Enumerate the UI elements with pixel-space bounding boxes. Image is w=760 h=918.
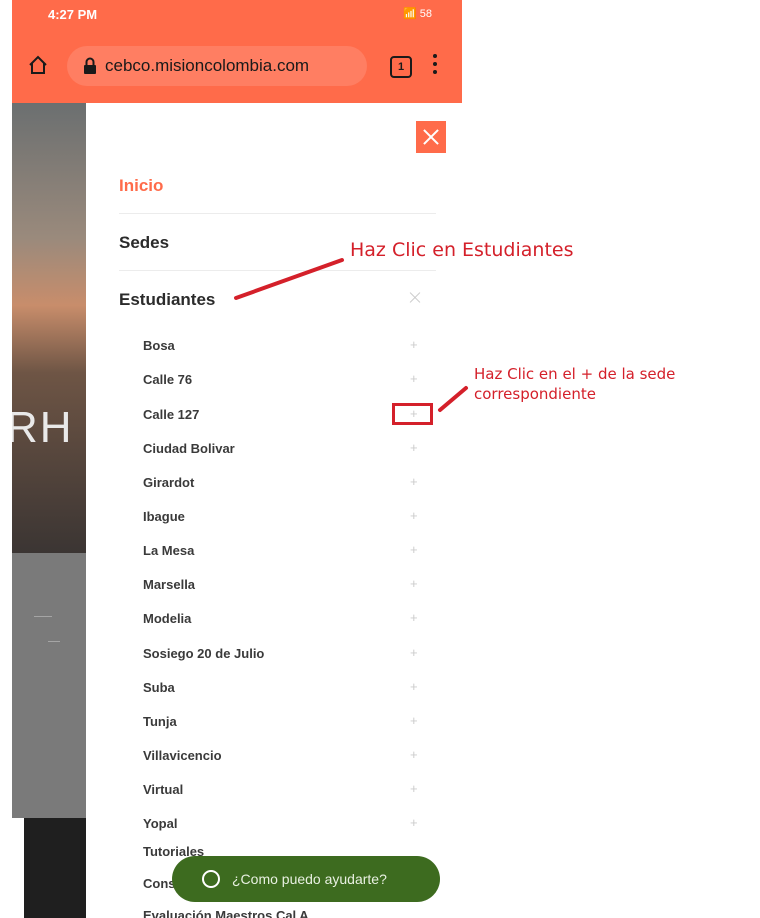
annotation-arrow	[234, 258, 344, 300]
submenu-item-la-mesa[interactable]: La Mesa	[143, 543, 194, 558]
plus-icon[interactable]: +	[410, 748, 418, 761]
submenu-item-marsella[interactable]: Marsella	[143, 577, 195, 592]
address-bar[interactable]: cebco.misioncolombia.com	[67, 46, 367, 86]
whatsapp-chat-button[interactable]: ¿Como puedo ayudarte?	[172, 856, 440, 902]
plus-icon[interactable]: +	[410, 338, 418, 351]
phone-screen: 4:27 PM 📶 58 cebco.misioncolombia.com 1 …	[12, 0, 462, 918]
plus-icon[interactable]: +	[410, 611, 418, 624]
plus-icon[interactable]: +	[410, 509, 418, 522]
submenu-item-virtual[interactable]: Virtual	[143, 782, 183, 797]
tab-switcher-button[interactable]: 1	[390, 56, 412, 78]
plus-icon[interactable]: +	[410, 680, 418, 693]
background-page: RH ——— ——	[12, 103, 86, 918]
divider	[119, 213, 436, 214]
plus-icon[interactable]: +	[410, 372, 418, 385]
hero-image: RH	[12, 103, 86, 553]
annotation-arrow	[438, 386, 468, 412]
plus-icon[interactable]: +	[410, 714, 418, 727]
plus-icon[interactable]: +	[410, 646, 418, 659]
menu-item-estudiantes[interactable]: Estudiantes	[119, 290, 215, 310]
menu-item-sedes[interactable]: Sedes	[119, 233, 169, 253]
submenu-item-suba[interactable]: Suba	[143, 680, 175, 695]
plus-icon[interactable]: +	[410, 577, 418, 590]
submenu-item-bosa[interactable]: Bosa	[143, 338, 175, 353]
submenu-item-calle-76[interactable]: Calle 76	[143, 372, 192, 387]
plus-icon[interactable]: +	[410, 475, 418, 488]
background-section: ——— ——	[12, 553, 86, 818]
submenu-item-girardot[interactable]: Girardot	[143, 475, 194, 490]
signal-battery-icon: 📶 58	[403, 8, 432, 20]
background-text-line: ———	[34, 614, 52, 620]
status-bar: 4:27 PM 📶 58	[12, 0, 462, 28]
whatsapp-icon	[202, 870, 220, 888]
submenu-item-ciudad-bolivar[interactable]: Ciudad Bolivar	[143, 441, 235, 456]
plus-icon[interactable]: +	[410, 543, 418, 556]
hero-text: RH	[12, 403, 74, 452]
submenu-item-ibague[interactable]: Ibague	[143, 509, 185, 524]
submenu-item-tunja[interactable]: Tunja	[143, 714, 177, 729]
plus-icon[interactable]: +	[410, 782, 418, 795]
background-dark-block	[24, 818, 86, 918]
browser-toolbar: cebco.misioncolombia.com 1	[12, 28, 462, 103]
submenu-item-cons[interactable]: Cons	[143, 876, 176, 891]
more-menu-icon[interactable]	[432, 54, 438, 78]
highlight-box	[392, 403, 433, 425]
submenu-item-modelia[interactable]: Modelia	[143, 611, 191, 626]
annotation-estudiantes: Haz Clic en Estudiantes	[350, 239, 574, 261]
collapse-icon[interactable]	[408, 291, 422, 305]
plus-icon[interactable]: +	[410, 441, 418, 454]
background-text-line: ——	[48, 639, 60, 645]
whatsapp-label: ¿Como puedo ayudarte?	[232, 871, 387, 887]
submenu-item-yopal[interactable]: Yopal	[143, 816, 177, 831]
side-menu: Inicio Sedes Estudiantes Bosa + Calle 76…	[86, 103, 462, 918]
submenu-item-sosiego[interactable]: Sosiego 20 de Julio	[143, 646, 264, 661]
menu-item-inicio[interactable]: Inicio	[119, 176, 163, 196]
home-icon[interactable]	[28, 55, 48, 75]
url-text: cebco.misioncolombia.com	[105, 56, 310, 75]
submenu-item-calle-127[interactable]: Calle 127	[143, 407, 199, 422]
status-time: 4:27 PM	[48, 7, 98, 22]
submenu-item-villavicencio[interactable]: Villavicencio	[143, 748, 222, 763]
plus-icon[interactable]: +	[410, 816, 418, 829]
submenu-item-evaluacion[interactable]: Evaluación Maestros Cal A	[143, 908, 309, 918]
lock-icon	[84, 57, 96, 74]
close-menu-button[interactable]	[416, 121, 446, 153]
annotation-plus: Haz Clic en el + de la sede correspondie…	[474, 365, 676, 403]
